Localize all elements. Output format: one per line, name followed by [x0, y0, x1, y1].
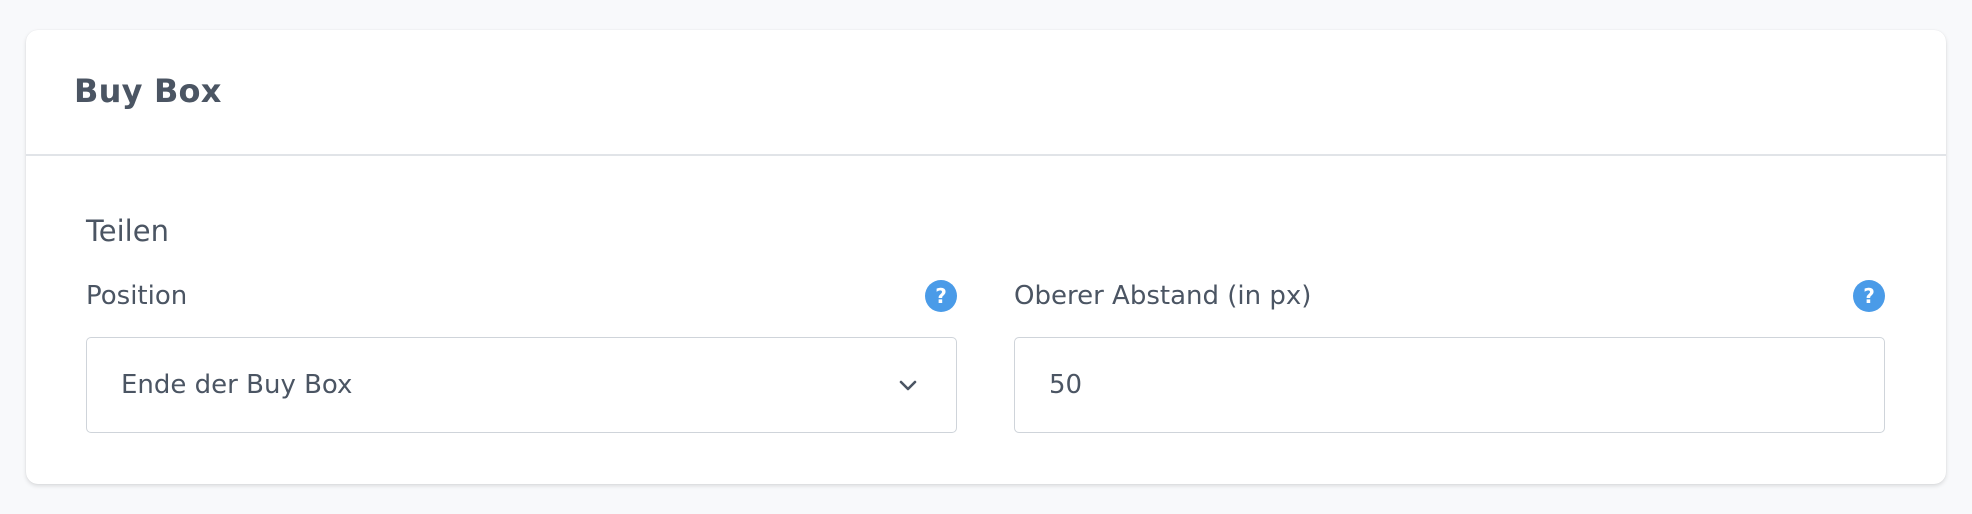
top-margin-label: Oberer Abstand (in px) — [1014, 281, 1312, 311]
buy-box-card: Buy Box Teilen Position ? Ende der Buy B… — [26, 30, 1946, 484]
position-label: Position — [86, 281, 188, 311]
question-circle-icon[interactable]: ? — [1853, 280, 1885, 312]
top-margin-input-value: 50 — [1049, 370, 1083, 400]
card-header: Buy Box — [26, 30, 1946, 156]
top-margin-label-row: Oberer Abstand (in px) ? — [1014, 278, 1885, 314]
chevron-down-icon — [899, 380, 917, 391]
section-title: Teilen — [86, 214, 169, 248]
position-label-row: Position ? — [86, 278, 957, 314]
position-field: Position ? Ende der Buy Box — [86, 278, 957, 433]
question-circle-icon[interactable]: ? — [925, 280, 957, 312]
top-margin-field: Oberer Abstand (in px) ? 50 — [1014, 278, 1885, 433]
card-title: Buy Box — [74, 72, 222, 110]
position-select[interactable]: Ende der Buy Box — [86, 337, 957, 433]
position-select-value: Ende der Buy Box — [121, 370, 353, 400]
top-margin-input[interactable]: 50 — [1014, 337, 1885, 433]
